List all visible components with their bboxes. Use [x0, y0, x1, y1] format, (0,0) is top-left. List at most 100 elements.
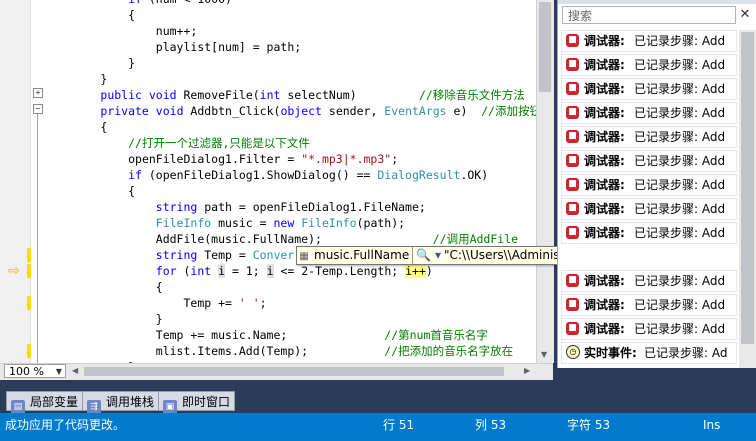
code-token: mlist.Items.Add(Temp);	[155, 344, 385, 358]
event-list-item[interactable]: ■ 调试器: 已记录步骤: Add	[561, 30, 737, 52]
stop-icon: ■	[566, 202, 579, 215]
scroll-down-icon[interactable]: ▼	[541, 350, 547, 359]
collapse-outline-icon[interactable]: +	[33, 88, 43, 98]
scroll-thumb[interactable]	[741, 32, 754, 344]
code-token: )	[425, 264, 433, 278]
event-kind: 实时事件:	[584, 346, 637, 360]
code-token: Temp += music.Name;	[155, 328, 385, 342]
code-token: "*.mp3|*.mp3"	[301, 152, 392, 166]
code-token: if	[128, 168, 142, 182]
code-line[interactable]: string path = openFileDialog1.FileName;	[45, 199, 536, 215]
code-token: e)	[446, 104, 482, 118]
code-token: Conver	[252, 248, 295, 262]
code-line[interactable]: if (num < 1000)	[45, 0, 536, 7]
code-line[interactable]: //打开一个过滤器,只能是以下文件	[45, 135, 536, 151]
code-line[interactable]: if (openFileDialog1.ShowDialog() == Dial…	[45, 167, 536, 183]
search-input[interactable]: 搜索	[562, 6, 736, 24]
code-line[interactable]: private void Addbtn_Click(object sender,…	[45, 103, 536, 119]
code-token: {	[128, 8, 136, 22]
code-line[interactable]: }	[45, 71, 536, 87]
code-token: public	[100, 88, 142, 102]
code-line[interactable]: playlist[num] = path;	[45, 39, 536, 55]
event-kind: 调试器:	[584, 178, 625, 192]
event-list-item[interactable]: ■ 调试器: 已记录步骤: Add	[561, 150, 737, 172]
code-line[interactable]: AddFile(music.FullName); //调用AddFile	[45, 231, 536, 247]
code-token: EventArgs	[384, 104, 447, 118]
change-marker	[27, 344, 31, 358]
magnifier-icon[interactable]: 🔍 ▾	[413, 247, 444, 264]
code-token: num++;	[155, 24, 198, 38]
event-kind: 调试器:	[584, 58, 625, 72]
code-line[interactable]: Temp += music.Name; //第num首音乐名字	[45, 327, 536, 343]
intellitrace-events-panel: 搜索 ✕ ■ 调试器: 已记录步骤: Add ■ 调试器: 已记录步骤: Add ■ 调试器:…	[557, 0, 756, 368]
event-list-scrollbar[interactable]	[739, 30, 756, 368]
zoom-value: 100 %	[9, 365, 44, 378]
code-line[interactable]: openFileDialog1.Filter = "*.mp3|*.mp3";	[45, 151, 536, 167]
event-list-item[interactable]: ◷ 实时事件: 已记录步骤: Ad	[561, 342, 737, 364]
code-token: sender,	[321, 104, 385, 118]
status-char: 字符 53	[567, 418, 611, 432]
code-line[interactable]: }	[45, 311, 536, 327]
event-list-item[interactable]: ■ 调试器: 已记录步骤: Add	[561, 102, 737, 124]
event-text: 已记录步骤: Add	[634, 82, 726, 96]
code-token: {	[155, 280, 163, 294]
event-kind: 调试器:	[584, 154, 625, 168]
code-line[interactable]: {	[45, 119, 536, 135]
tab-locals[interactable]: ▤ 局部变量	[6, 391, 84, 414]
status-column: 列 53	[475, 418, 507, 432]
code-line[interactable]: Temp += ' ';	[45, 295, 536, 311]
event-text: 已记录步骤: Add	[634, 106, 726, 120]
code-line[interactable]: for (int i = 1; i <= 2-Temp.Length; i++)	[45, 263, 536, 279]
code-token: }	[100, 72, 108, 86]
code-line[interactable]: public void RemoveFile(int selectNum) //…	[45, 87, 536, 103]
code-line[interactable]: }	[45, 55, 536, 71]
close-icon[interactable]: ✕	[738, 7, 752, 23]
event-list-item[interactable]: ■ 调试器: 已记录步骤: Add	[561, 294, 737, 316]
code-token: playlist[num] = path;	[155, 40, 302, 54]
code-token: void	[155, 104, 184, 118]
scroll-thumb[interactable]	[539, 2, 551, 92]
code-token: FileInfo	[155, 216, 212, 230]
event-list: ■ 调试器: 已记录步骤: Add ■ 调试器: 已记录步骤: Add ■ 调试器: 已记录步骤…	[558, 30, 740, 366]
event-list-item[interactable]: ■ 调试器: 已记录步骤: Add	[561, 78, 737, 100]
scroll-right-icon[interactable]: ▶	[524, 366, 530, 375]
pin-icon[interactable]: ▦	[297, 248, 311, 265]
event-list-item[interactable]: ■ 调试器: 已记录步骤: Add	[561, 126, 737, 148]
zoom-dropdown[interactable]: 100 % ▼	[4, 364, 66, 378]
status-bar: 成功应用了代码更改。 行 51 列 53 字符 53 Ins	[0, 413, 756, 441]
collapse-outline-icon[interactable]: −	[33, 104, 43, 114]
code-token: void	[148, 88, 177, 102]
code-token: openFileDialog1.Filter =	[128, 152, 302, 166]
code-token: ' '	[238, 296, 260, 310]
stop-icon: ■	[566, 130, 579, 143]
code-editor[interactable]: + − ⇨ if (num < 1000) { num++; playlist[…	[0, 0, 536, 363]
code-token: int	[190, 264, 212, 278]
horizontal-scroll-thumb[interactable]	[84, 367, 504, 376]
code-token: //打开一个过滤器,只能是以下文件	[128, 136, 310, 150]
editor-vertical-scrollbar[interactable]: ▼	[536, 0, 554, 363]
event-list-item[interactable]: ■ 调试器: 已记录步骤: Add	[561, 174, 737, 196]
code-token: Temp =	[197, 248, 253, 262]
code-line[interactable]: {	[45, 7, 536, 23]
event-list-item[interactable]: ■ 调试器: 已记录步骤: Add	[561, 198, 737, 220]
event-kind: 调试器:	[584, 202, 625, 216]
event-list-item[interactable]: ■ 调试器: 已记录步骤: Add	[561, 318, 737, 340]
event-list-item[interactable]: ■ 调试器: 已记录步骤: Add	[561, 54, 737, 76]
change-marker	[27, 296, 31, 310]
code-line[interactable]: mlist.Items.Add(Temp); //把添加的音乐名字放在	[45, 343, 536, 359]
tab-immediate-window[interactable]: ▣ 即时窗口	[158, 391, 236, 414]
code-line[interactable]: {	[45, 279, 536, 295]
code-line[interactable]: FileInfo music = new FileInfo(path);	[45, 215, 536, 231]
tab-call-stack[interactable]: ⇶ 调用堆栈	[82, 391, 160, 414]
event-list-item[interactable]: ■ 调试器: 已记录步骤: Add	[561, 222, 737, 244]
event-text: 已记录步骤: Add	[634, 298, 726, 312]
code-text[interactable]: if (num < 1000) { num++; playlist[num] =…	[45, 0, 536, 363]
scroll-left-icon[interactable]: ◀	[72, 366, 78, 375]
change-marker	[27, 248, 31, 262]
code-line[interactable]: num++;	[45, 23, 536, 39]
status-line: 行 51	[383, 418, 415, 432]
chevron-down-icon: ▼	[55, 367, 62, 376]
code-token: int	[259, 88, 281, 102]
code-line[interactable]: {	[45, 183, 536, 199]
event-list-item[interactable]: ■ 调试器: 已记录步骤: Add	[561, 270, 737, 292]
